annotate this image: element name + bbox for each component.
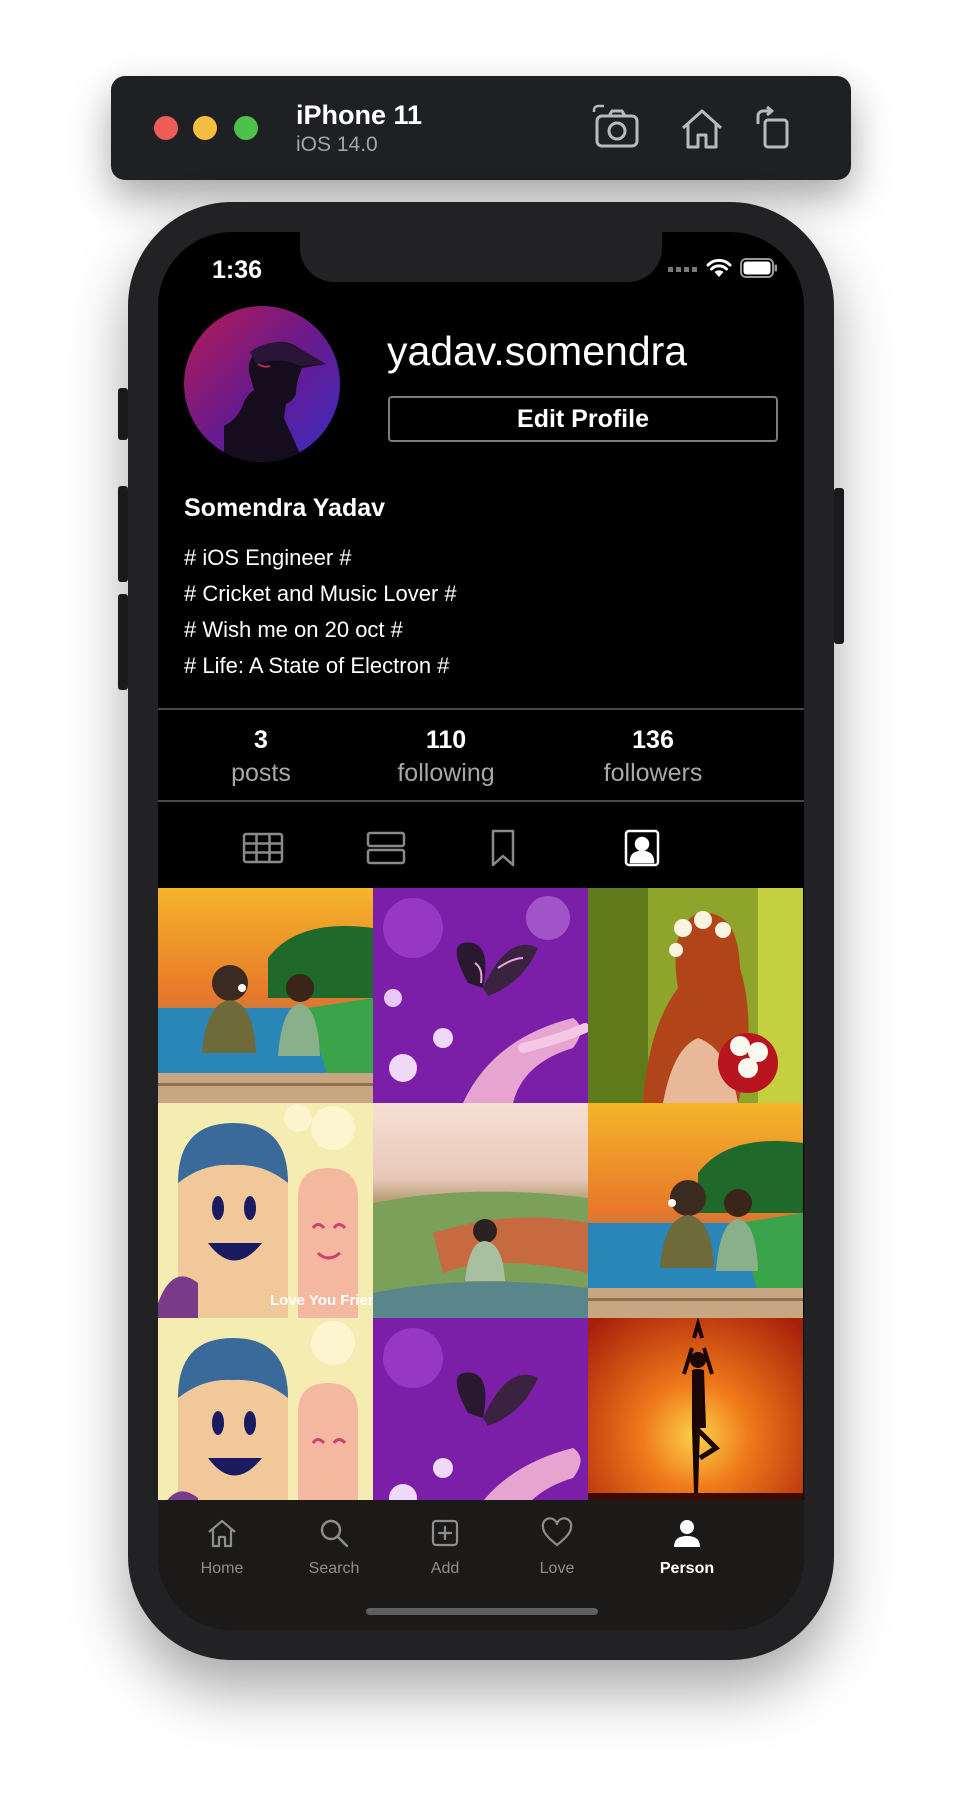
stat-following[interactable]: 110 following <box>356 724 536 790</box>
home-icon <box>208 1519 236 1548</box>
bio-line: # Cricket and Music Lover # <box>184 581 457 606</box>
profile-full-name: Somendra Yadav <box>184 494 386 522</box>
home-indicator <box>366 1608 598 1615</box>
tab-tagged[interactable] <box>620 826 664 870</box>
stats-bottom-divider <box>158 800 804 802</box>
simulator-device-name: iPhone 11 <box>296 100 423 130</box>
photo-butterfly-hand[interactable] <box>373 888 588 1103</box>
tab-search-label: Search <box>308 1560 360 1577</box>
bio-line: # Wish me on 20 oct # <box>184 617 403 642</box>
search-icon <box>320 1519 349 1548</box>
photo-kids-by-lake[interactable] <box>158 888 373 1103</box>
simulator-os-version: iOS 14.0 <box>296 133 378 156</box>
phone-screen: 1:36 yadav.somendra Edit Profile Somendr… <box>158 232 804 1630</box>
rotate-icon <box>756 105 789 149</box>
photo-flower-hair[interactable] <box>588 888 803 1103</box>
battery-icon <box>740 258 777 278</box>
photo-love-you-friends[interactable]: Love You Friends <box>158 1103 373 1318</box>
status-icons <box>668 258 778 278</box>
tab-home-label: Home <box>200 1560 244 1577</box>
heart-icon <box>541 1517 573 1547</box>
stat-following-count: 110 <box>425 726 467 754</box>
power-button <box>834 488 844 644</box>
stat-followers[interactable]: 136 followers <box>563 724 743 790</box>
tab-add[interactable]: Add <box>385 1516 505 1578</box>
list-view-icon <box>366 831 406 865</box>
tab-saved[interactable] <box>481 826 525 870</box>
photo-kids-by-lake-2[interactable] <box>588 1103 803 1318</box>
stat-following-label: following <box>397 759 495 787</box>
tab-love[interactable]: Love <box>497 1516 617 1578</box>
rotate-button[interactable] <box>750 104 800 152</box>
profile-avatar[interactable] <box>184 306 340 462</box>
screenshot-button[interactable] <box>592 104 642 152</box>
stat-posts-count: 3 <box>254 726 268 754</box>
status-time: 1:36 <box>212 256 263 284</box>
edit-profile-button[interactable]: Edit Profile <box>388 396 778 442</box>
volume-up-button <box>118 486 128 582</box>
stat-followers-label: followers <box>603 759 703 787</box>
simulator-toolbar <box>111 76 851 180</box>
stat-posts[interactable]: 3 posts <box>171 724 351 790</box>
notch <box>300 232 662 282</box>
grid-view-icon <box>242 832 284 864</box>
tab-person-label: Person <box>659 1560 715 1577</box>
tab-home[interactable]: Home <box>162 1516 282 1578</box>
tagged-icon <box>624 829 660 867</box>
bookmark-icon <box>491 829 515 867</box>
zoom-window-button[interactable] <box>234 116 258 140</box>
photo-overlay-text: Love You Friends <box>270 1292 373 1309</box>
volume-down-button <box>118 594 128 690</box>
stats-top-divider <box>158 708 804 710</box>
home-button[interactable] <box>677 104 727 152</box>
bio-line: # Life: A State of Electron # <box>184 653 450 678</box>
mute-switch <box>118 388 128 440</box>
profile-bio: # iOS Engineer # # Cricket and Music Lov… <box>184 540 457 684</box>
photo-girl-in-field[interactable] <box>373 1103 588 1318</box>
tab-grid-view[interactable] <box>241 826 285 870</box>
stat-followers-count: 136 <box>632 726 674 754</box>
stat-posts-label: posts <box>231 759 291 787</box>
add-icon <box>431 1519 459 1547</box>
tab-add-label: Add <box>430 1560 460 1577</box>
screenshot-icon <box>592 104 639 148</box>
home-icon <box>681 109 723 149</box>
person-icon <box>674 1520 700 1547</box>
minimize-window-button[interactable] <box>193 116 217 140</box>
close-window-button[interactable] <box>154 116 178 140</box>
tab-list-view[interactable] <box>364 826 408 870</box>
tab-love-label: Love <box>539 1560 575 1577</box>
wifi-icon <box>706 258 732 277</box>
profile-username: yadav.somendra <box>387 328 688 374</box>
tab-person[interactable]: Person <box>627 1516 747 1578</box>
cellular-icon <box>668 267 697 272</box>
tab-search[interactable]: Search <box>274 1516 394 1578</box>
bio-line: # iOS Engineer # <box>184 545 352 570</box>
